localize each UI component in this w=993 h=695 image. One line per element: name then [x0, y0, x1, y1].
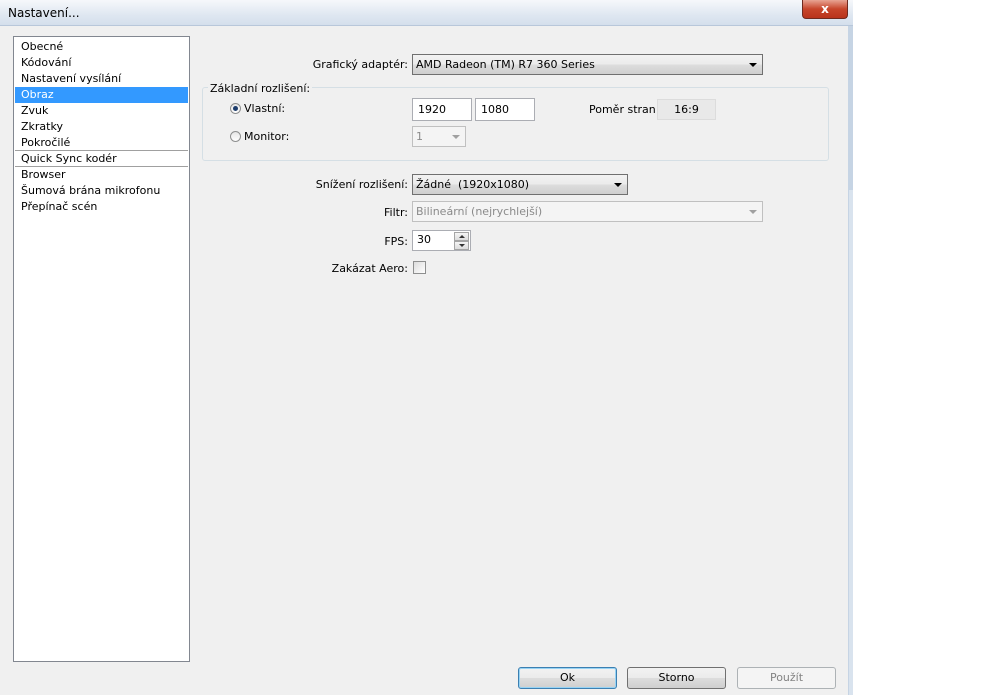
sidebar-item-obecne[interactable]: Obecné	[15, 39, 188, 55]
settings-category-list[interactable]: Obecné Kódování Nastavení vysílání Obraz…	[13, 36, 190, 662]
height-input[interactable]: 1080	[475, 98, 535, 121]
chevron-up-icon	[459, 235, 465, 238]
aspect-ratio-value: 16:9	[657, 99, 716, 120]
sidebar-item-quick-sync[interactable]: Quick Sync kodér	[15, 151, 188, 167]
fps-stepper[interactable]: 30	[412, 230, 471, 251]
close-icon: x	[821, 2, 829, 16]
adapter-select[interactable]: AMD Radeon (TM) R7 360 Series	[412, 54, 763, 75]
sidebar-item-zvuk[interactable]: Zvuk	[15, 103, 188, 119]
sidebar-item-pokrocile[interactable]: Pokročilé	[15, 135, 188, 151]
ok-button[interactable]: Ok	[518, 667, 617, 689]
window-frame-edge-lower	[849, 190, 853, 695]
adapter-value: AMD Radeon (TM) R7 360 Series	[416, 58, 595, 71]
chevron-down-icon	[614, 183, 622, 187]
radio-selected-dot	[233, 106, 238, 111]
window-title: Nastavení...	[8, 6, 80, 20]
filter-select: Bilineární (nejrychlejší)	[412, 201, 763, 222]
monitor-select: 1	[412, 126, 466, 147]
cancel-button[interactable]: Storno	[627, 667, 726, 689]
close-button[interactable]: x	[802, 0, 848, 19]
width-input[interactable]: 1920	[412, 98, 472, 121]
title-bar[interactable]: Nastavení... x	[0, 0, 853, 26]
filter-label: Filtr:	[384, 206, 408, 219]
fps-label: FPS:	[384, 235, 408, 248]
fps-increment-button[interactable]	[454, 232, 469, 241]
downscale-label: Snížení rozlišení:	[315, 178, 408, 191]
filter-value: Bilineární (nejrychlejší)	[416, 205, 543, 218]
adapter-label: Grafický adaptér:	[312, 58, 408, 71]
chevron-down-icon	[459, 244, 465, 247]
aero-label: Zakázat Aero:	[331, 262, 408, 275]
sidebar-item-scene-switcher[interactable]: Přepínač scén	[15, 199, 188, 215]
base-resolution-title: Základní rozlišení:	[208, 82, 313, 95]
apply-button: Použít	[737, 667, 836, 689]
sidebar-item-obraz[interactable]: Obraz	[15, 87, 188, 103]
sidebar-item-browser[interactable]: Browser	[15, 167, 188, 183]
sidebar-item-kodovani[interactable]: Kódování	[15, 55, 188, 71]
sidebar-item-nastaveni-vysilani[interactable]: Nastavení vysílání	[15, 71, 188, 87]
fps-decrement-button[interactable]	[454, 241, 469, 250]
custom-resolution-radio[interactable]	[230, 103, 241, 114]
settings-window: Nastavení... x Obecné Kódování Nastavení…	[0, 0, 853, 695]
aspect-ratio-label: Poměr stran:	[589, 103, 660, 116]
disable-aero-checkbox[interactable]	[413, 261, 426, 274]
custom-resolution-label[interactable]: Vlastní:	[244, 102, 285, 115]
chevron-down-icon	[452, 135, 460, 139]
downscale-value: Žádné (1920x1080)	[416, 178, 530, 191]
sidebar-item-zkratky[interactable]: Zkratky	[15, 119, 188, 135]
downscale-select[interactable]: Žádné (1920x1080)	[412, 174, 628, 195]
chevron-down-icon	[749, 63, 757, 67]
sidebar-item-noise-gate[interactable]: Šumová brána mikrofonu	[15, 183, 188, 199]
monitor-value: 1	[416, 130, 423, 143]
monitor-label[interactable]: Monitor:	[244, 130, 289, 143]
chevron-down-icon	[749, 210, 757, 214]
fps-input[interactable]: 30	[417, 233, 431, 246]
monitor-radio[interactable]	[230, 131, 241, 142]
